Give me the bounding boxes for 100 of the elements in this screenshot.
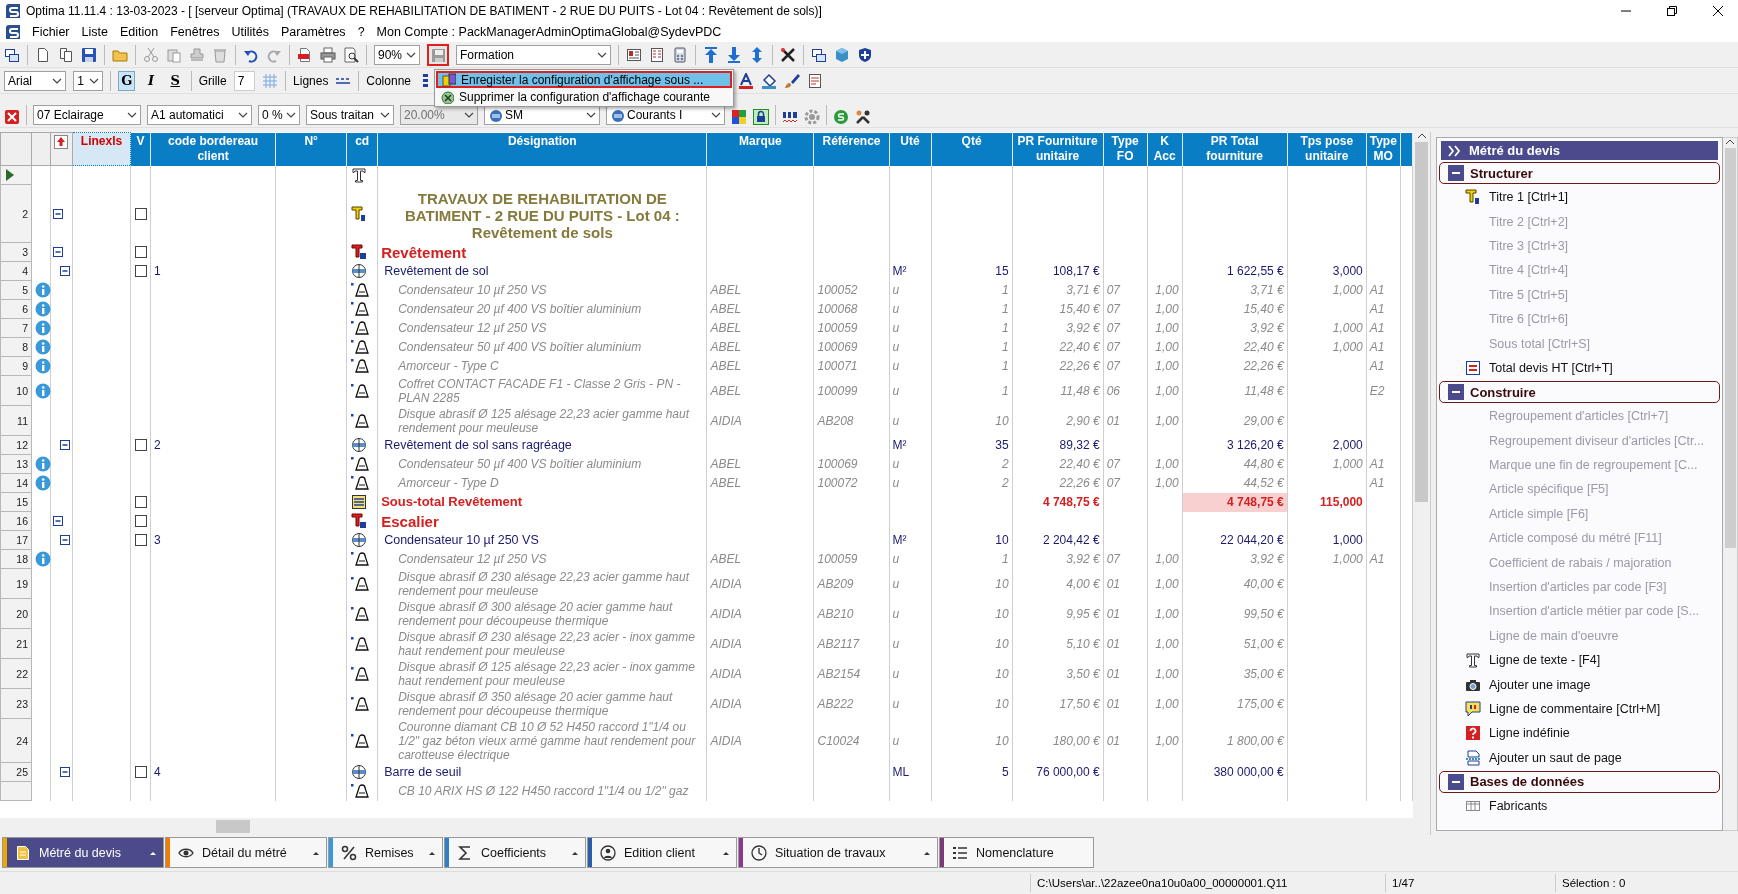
panel-item[interactable]: Ajouter une image bbox=[1439, 672, 1720, 697]
info-icon[interactable] bbox=[35, 456, 51, 472]
menu-item[interactable]: Paramètres bbox=[281, 25, 346, 39]
column-header[interactable]: Tps pose unitaire bbox=[1287, 132, 1367, 166]
tab[interactable]: Edition client bbox=[587, 837, 737, 868]
panel-item[interactable]: Fabricants bbox=[1439, 794, 1720, 819]
delete-icon[interactable] bbox=[4, 109, 20, 125]
checkbox[interactable] bbox=[134, 496, 147, 508]
column-header[interactable]: PR Total fourniture bbox=[1182, 132, 1288, 166]
collapse-icon[interactable] bbox=[60, 266, 70, 276]
column-header[interactable]: PR Fourniture unitaire bbox=[1012, 132, 1104, 166]
horizontal-scrollbar[interactable] bbox=[0, 818, 1430, 835]
info-icon[interactable] bbox=[35, 475, 51, 491]
collapse-icon[interactable] bbox=[60, 440, 70, 450]
font-color-icon[interactable] bbox=[738, 72, 754, 89]
menu-item[interactable]: Liste bbox=[81, 25, 108, 39]
info-icon[interactable] bbox=[35, 339, 51, 355]
bold-button[interactable]: G bbox=[118, 70, 136, 91]
font-dropdown[interactable]: Arial bbox=[4, 70, 67, 91]
filter-dropdown[interactable]: Courants I bbox=[606, 105, 725, 125]
filter-dropdown[interactable]: 07 Eclairage bbox=[33, 105, 141, 125]
info-icon[interactable] bbox=[35, 358, 51, 374]
close-icon[interactable] bbox=[1712, 5, 1724, 17]
print-icon[interactable] bbox=[320, 46, 336, 63]
column-header[interactable]: code bordereau client bbox=[150, 132, 276, 166]
calculator-icon[interactable] bbox=[672, 46, 688, 63]
column-header[interactable]: K Acc bbox=[1147, 132, 1183, 166]
menu-item[interactable]: Utilités bbox=[231, 25, 269, 39]
panel-item[interactable]: Ajouter un saut de page bbox=[1439, 745, 1720, 770]
vertical-scrollbar[interactable] bbox=[1723, 137, 1738, 831]
menu-item[interactable]: Fichier bbox=[32, 25, 70, 39]
column-header[interactable]: V bbox=[130, 132, 151, 166]
new-document-icon[interactable] bbox=[35, 46, 51, 63]
collapse-icon[interactable] bbox=[60, 535, 70, 545]
group-header[interactable]: Construire bbox=[1439, 381, 1720, 404]
panel-item[interactable]: Titre 1 [Ctrl+1] bbox=[1439, 185, 1720, 210]
column-header[interactable]: cd bbox=[346, 132, 378, 166]
font-size-dropdown[interactable]: 1 bbox=[73, 70, 104, 91]
tab[interactable]: Remises bbox=[328, 837, 443, 868]
strikeout-button[interactable]: S bbox=[166, 70, 184, 91]
tab[interactable]: Coefficients bbox=[444, 837, 586, 868]
checkbox[interactable] bbox=[134, 265, 147, 277]
filter-dropdown[interactable]: SM bbox=[484, 105, 600, 125]
tools-icon[interactable] bbox=[855, 109, 871, 125]
column-header[interactable]: Linexls bbox=[72, 132, 131, 166]
info-icon[interactable] bbox=[35, 320, 51, 336]
group-header[interactable]: Structurer bbox=[1439, 162, 1720, 184]
menu-item[interactable]: Supprimer la configuration d'affichage courante bbox=[436, 88, 732, 105]
column-header[interactable]: Uté bbox=[889, 132, 932, 166]
lock-icon[interactable] bbox=[753, 109, 769, 125]
panel-header[interactable]: Métré du devis bbox=[1441, 141, 1718, 160]
export-icon[interactable] bbox=[53, 134, 69, 150]
columns-document-icon[interactable] bbox=[649, 46, 665, 63]
filter-dropdown[interactable]: A1 automatici bbox=[147, 105, 252, 125]
filter-dropdown[interactable]: 0 % bbox=[258, 105, 300, 125]
column-header[interactable]: N° bbox=[275, 132, 347, 166]
tab[interactable]: Nomenclature bbox=[939, 837, 1094, 868]
group-header[interactable]: Bases de données bbox=[1439, 771, 1720, 793]
column-header[interactable]: Type FO bbox=[1103, 132, 1148, 166]
info-icon[interactable] bbox=[35, 551, 51, 567]
tools-icon[interactable] bbox=[780, 46, 796, 63]
card-icon[interactable] bbox=[626, 46, 642, 63]
filter-dropdown[interactable]: Sous traitan bbox=[306, 105, 394, 125]
save-icon[interactable] bbox=[81, 46, 97, 63]
arrow-up-icon[interactable] bbox=[703, 46, 719, 63]
panel-item[interactable]: Total devis HT [Ctrl+T] bbox=[1439, 355, 1720, 381]
pdf-icon[interactable] bbox=[297, 46, 313, 63]
menu-item[interactable]: Fenêtres bbox=[170, 25, 220, 39]
column-header[interactable]: Marque bbox=[706, 132, 814, 166]
report-icon[interactable] bbox=[807, 72, 823, 89]
checkbox[interactable] bbox=[134, 246, 147, 258]
panel-item[interactable]: Ligne de texte - [F4] bbox=[1439, 648, 1720, 673]
info-icon[interactable] bbox=[35, 301, 51, 317]
shield-icon[interactable] bbox=[857, 46, 873, 63]
collapse-icon[interactable] bbox=[53, 247, 63, 257]
checkbox[interactable] bbox=[134, 766, 147, 778]
panel-item[interactable]: Ligne de commentaire [Ctrl+M] bbox=[1439, 696, 1720, 722]
save-layout-button[interactable] bbox=[427, 43, 449, 66]
spellcheck-icon[interactable] bbox=[782, 109, 798, 125]
windows-icon[interactable] bbox=[811, 46, 827, 63]
panel-item[interactable]: Ligne indéfinie bbox=[1439, 721, 1720, 746]
column-header[interactable]: Référence bbox=[813, 132, 889, 166]
checkbox[interactable] bbox=[134, 515, 147, 527]
fill-bucket-icon[interactable] bbox=[761, 72, 777, 89]
zoom-dropdown[interactable]: 90% bbox=[374, 44, 420, 65]
brush-icon[interactable] bbox=[784, 72, 800, 89]
tab[interactable]: Métré du devis bbox=[2, 837, 164, 868]
print-preview-icon[interactable] bbox=[343, 46, 359, 63]
column-header[interactable]: Désignation bbox=[377, 132, 707, 166]
collapse-icon[interactable] bbox=[53, 516, 63, 526]
collapse-icon[interactable] bbox=[53, 208, 63, 219]
windows-icon[interactable] bbox=[4, 46, 20, 63]
grid-size-field[interactable]: 7 bbox=[233, 70, 256, 91]
color-grid-icon[interactable] bbox=[731, 109, 747, 125]
restore-icon[interactable] bbox=[1666, 5, 1678, 17]
tab[interactable]: Détail du métré bbox=[165, 837, 327, 868]
tab[interactable]: Situation de travaux bbox=[738, 837, 938, 868]
copy-document-icon[interactable] bbox=[58, 46, 74, 63]
collapse-icon[interactable] bbox=[60, 767, 70, 777]
cube-icon[interactable] bbox=[834, 46, 850, 63]
